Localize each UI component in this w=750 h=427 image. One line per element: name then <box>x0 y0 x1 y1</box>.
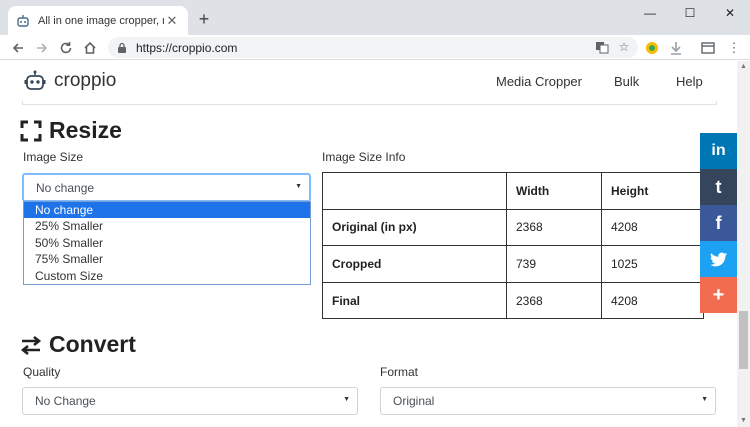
browser-tab-bar: All in one image cropper, mp4 ✕ + — ☐ ✕ <box>0 0 750 35</box>
table-row: Cropped 739 1025 <box>322 245 704 283</box>
menu-kebab-icon[interactable]: ⋮ <box>724 38 744 58</box>
divider <box>22 101 717 105</box>
option-50-smaller[interactable]: 50% Smaller <box>24 235 310 251</box>
tab-close-icon[interactable]: ✕ <box>164 13 180 29</box>
row-height: 4208 <box>601 281 704 320</box>
home-icon[interactable] <box>80 38 100 58</box>
browser-tab[interactable]: All in one image cropper, mp4 ✕ <box>8 6 188 35</box>
convert-title: Convert <box>49 331 136 357</box>
screenshot-extension-icon[interactable] <box>698 38 718 58</box>
linkedin-icon: in <box>711 142 726 159</box>
scroll-down-icon[interactable]: ▼ <box>737 415 750 427</box>
image-size-label: Image Size <box>23 150 84 164</box>
brand-name: croppio <box>54 70 117 91</box>
facebook-share-button[interactable]: f <box>700 205 737 241</box>
page-scrollbar[interactable]: ▲ ▼ <box>737 61 750 427</box>
scroll-up-icon[interactable]: ▲ <box>737 61 750 73</box>
image-size-dropdown: No change 25% Smaller 50% Smaller 75% Sm… <box>23 201 311 285</box>
row-width: 739 <box>506 245 602 283</box>
quality-select[interactable]: No Change ▼ <box>22 387 358 415</box>
lock-icon <box>118 42 126 53</box>
caret-down-icon: ▼ <box>701 396 708 403</box>
image-size-value: No change <box>36 180 95 195</box>
address-bar[interactable]: https://croppio.com ☆ <box>108 37 638 58</box>
maximize-button[interactable]: ☐ <box>670 0 710 25</box>
download-icon[interactable] <box>666 38 686 58</box>
tab-title: All in one image cropper, mp4 <box>38 14 164 27</box>
image-size-select[interactable]: No change ▼ <box>22 173 311 202</box>
row-label: Cropped <box>322 245 507 283</box>
twitter-bird-icon <box>709 252 727 266</box>
close-window-button[interactable]: ✕ <box>710 0 750 25</box>
image-size-info-label: Image Size Info <box>322 150 406 164</box>
caret-down-icon: ▼ <box>295 183 302 190</box>
window-controls: — ☐ ✕ <box>630 0 750 25</box>
quality-label: Quality <box>23 365 61 379</box>
site-navbar: croppio Media Cropper Bulk Help <box>0 61 737 103</box>
robot-logo-icon <box>24 70 46 90</box>
table-header-height: Height <box>601 172 704 210</box>
row-width: 2368 <box>506 208 602 247</box>
row-label: Final <box>322 281 507 320</box>
table-row: Original (in px) 2368 4208 <box>322 208 704 247</box>
row-height: 1025 <box>601 245 704 283</box>
expand-icon <box>20 120 42 141</box>
nav-help[interactable]: Help <box>676 74 703 89</box>
row-height: 4208 <box>601 208 704 247</box>
tumblr-share-button[interactable]: t <box>700 169 737 205</box>
table-header-row: Width Height <box>322 172 704 210</box>
croppio-favicon-icon <box>16 14 30 28</box>
nav-media-cropper[interactable]: Media Cropper <box>496 74 582 89</box>
brand-logo[interactable]: croppio <box>24 70 116 92</box>
bookmark-star-icon[interactable]: ☆ <box>616 39 632 55</box>
tumblr-icon: t <box>715 176 722 197</box>
translate-icon[interactable] <box>594 39 610 55</box>
back-icon[interactable] <box>8 38 28 58</box>
new-tab-button[interactable]: + <box>194 9 214 29</box>
facebook-icon: f <box>715 212 722 233</box>
reload-icon[interactable] <box>56 38 76 58</box>
table-row: Final 2368 4208 <box>322 281 704 320</box>
row-width: 2368 <box>506 281 602 320</box>
format-value: Original <box>393 394 435 408</box>
more-share-button[interactable]: + <box>700 277 737 313</box>
table-header-width: Width <box>506 172 602 210</box>
format-label: Format <box>380 365 419 379</box>
scroll-thumb[interactable] <box>739 311 748 369</box>
caret-down-icon: ▼ <box>343 396 350 403</box>
forward-icon[interactable] <box>32 38 52 58</box>
format-select[interactable]: Original ▼ <box>380 387 716 415</box>
table-header-cell <box>322 172 507 210</box>
option-75-smaller[interactable]: 75% Smaller <box>24 251 310 267</box>
minimize-button[interactable]: — <box>630 0 670 25</box>
nav-bulk[interactable]: Bulk <box>614 74 639 89</box>
option-no-change[interactable]: No change <box>24 202 310 219</box>
image-size-info-table: Width Height Original (in px) 2368 4208 … <box>322 172 704 320</box>
browser-toolbar: https://croppio.com ☆ ⋮ <box>0 35 750 60</box>
row-label: Original (in px) <box>322 208 507 247</box>
twitter-share-button[interactable] <box>700 241 737 277</box>
linkedin-share-button[interactable]: in <box>700 133 737 169</box>
resize-heading: Resize <box>20 117 122 144</box>
url-text: https://croppio.com <box>136 40 238 55</box>
extension-icon[interactable] <box>642 38 662 58</box>
page-content: croppio Media Cropper Bulk Help Resize I… <box>0 61 737 427</box>
convert-heading: Convert <box>20 331 136 358</box>
resize-title: Resize <box>49 117 122 143</box>
option-custom-size[interactable]: Custom Size <box>24 268 310 284</box>
option-25-smaller[interactable]: 25% Smaller <box>24 218 310 234</box>
plus-icon: + <box>712 283 725 306</box>
quality-value: No Change <box>35 394 96 408</box>
exchange-arrows-icon <box>20 335 42 355</box>
